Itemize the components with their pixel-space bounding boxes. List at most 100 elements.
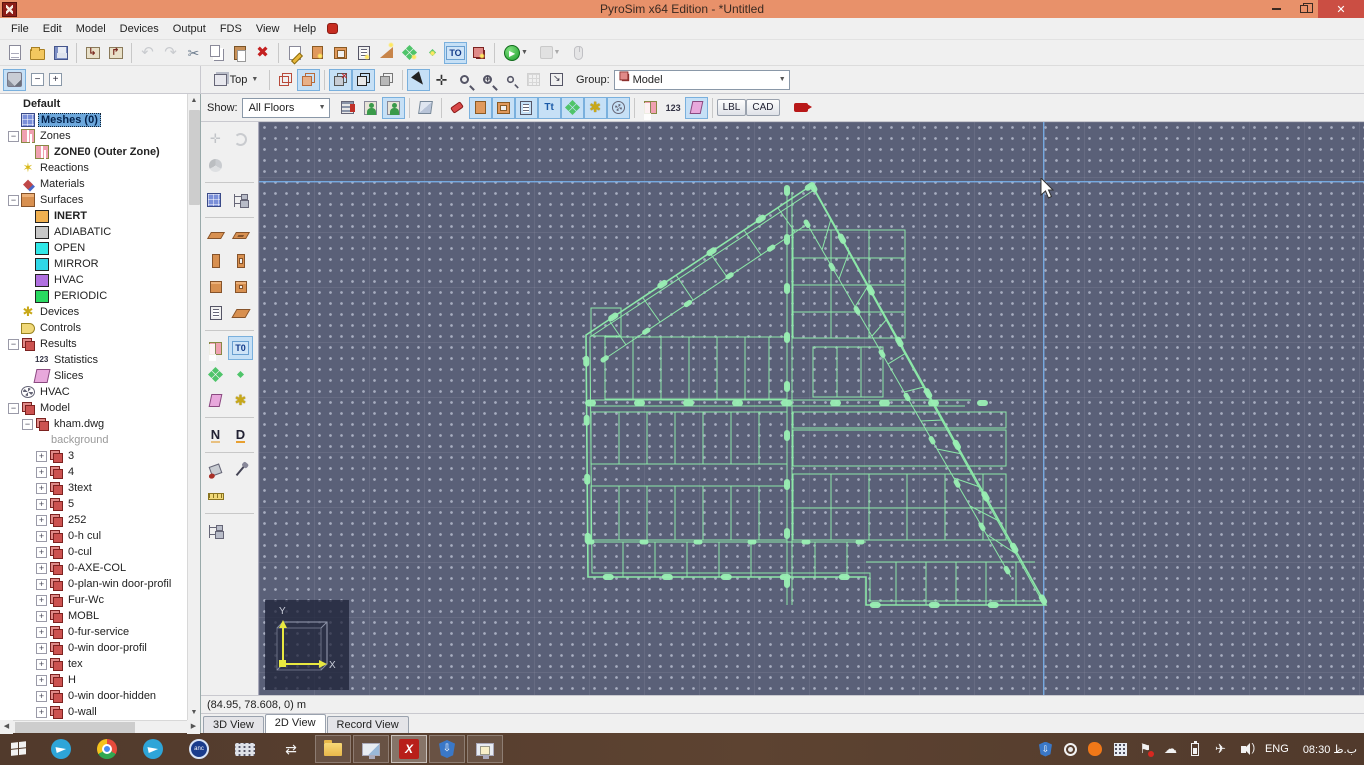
new-thermocouple-button[interactable]: TO [444, 42, 467, 64]
multi-mesh-tool-button[interactable] [228, 188, 253, 212]
hscroll-thumb[interactable] [15, 722, 135, 733]
tray-onedrive[interactable]: ☁ [1162, 741, 1179, 758]
tree-item-kham-dwg[interactable]: −kham.dwg [0, 416, 187, 432]
results-button[interactable]: ▼ [533, 42, 567, 64]
tray-download-shield[interactable]: ⇩ [1037, 741, 1054, 758]
mesh-tool-button[interactable] [203, 188, 228, 212]
menu-devices[interactable]: Devices [113, 20, 166, 38]
tree-item-mirror[interactable]: MIRROR [0, 256, 187, 272]
ruler-tool-button[interactable] [203, 484, 228, 508]
show-fans-button[interactable] [607, 97, 630, 119]
tree-item-zone0-outer-zone-[interactable]: ZONE0 (Outer Zone) [0, 144, 187, 160]
categories-button[interactable] [3, 69, 26, 91]
taskbar-system-monitor[interactable] [353, 735, 389, 763]
vent-list-tool-button[interactable] [203, 301, 228, 325]
tree-item-252[interactable]: +252 [0, 512, 187, 528]
show-text-button[interactable]: Tt [538, 97, 561, 119]
expand-icon[interactable]: + [36, 467, 47, 478]
tree-item-hvac[interactable]: HVAC [0, 384, 187, 400]
save-button[interactable] [49, 42, 72, 64]
zoom-button[interactable] [453, 69, 476, 91]
scroll-thumb[interactable] [189, 110, 200, 205]
show-holes-button[interactable] [492, 97, 515, 119]
hidden-line-view-button[interactable] [297, 69, 320, 91]
expand-icon[interactable]: + [36, 547, 47, 558]
slice-tool-button[interactable] [203, 388, 228, 412]
taskbar-telegram[interactable] [50, 738, 72, 760]
group-combobox[interactable]: Model ▼ [614, 70, 790, 90]
tree-item-statistics[interactable]: 123Statistics [0, 352, 187, 368]
slab-tool-button[interactable] [203, 223, 228, 247]
tray-battery[interactable] [1187, 741, 1204, 758]
collapse-icon[interactable]: − [8, 195, 19, 206]
expand-icon[interactable]: + [36, 579, 47, 590]
show-slices-button[interactable] [685, 97, 708, 119]
language-indicator[interactable]: ENG [1265, 743, 1289, 755]
edit-record-button[interactable] [283, 42, 306, 64]
show-obstructions-button[interactable] [469, 97, 492, 119]
camera-button[interactable] [790, 97, 813, 119]
tree-item-fur-wc[interactable]: +Fur-Wc [0, 592, 187, 608]
tree-item-0-cul[interactable]: +0-cul [0, 544, 187, 560]
wall-hole-tool-button[interactable] [228, 249, 253, 273]
expand-icon[interactable]: + [36, 531, 47, 542]
new-obstruction-button[interactable] [306, 42, 329, 64]
tray-volume[interactable] [1237, 741, 1254, 758]
new-file-button[interactable] [3, 42, 26, 64]
tray-screen-recorder[interactable] [1062, 741, 1079, 758]
show-vents-button[interactable] [515, 97, 538, 119]
sketch-button[interactable] [414, 97, 437, 119]
delete-button[interactable]: ✖ [251, 42, 274, 64]
fit-view-button[interactable] [545, 69, 568, 91]
normal-tool-button[interactable]: N [203, 423, 228, 447]
expand-icon[interactable]: + [36, 707, 47, 718]
solid-bw-view-button[interactable] [352, 69, 375, 91]
minimize-button[interactable] [1262, 0, 1290, 18]
tree-item-0-axe-col[interactable]: +0-AXE-COL [0, 560, 187, 576]
expand-icon[interactable]: + [36, 499, 47, 510]
lbl-button[interactable]: LBL [717, 99, 747, 116]
tree-item-3text[interactable]: +3text [0, 480, 187, 496]
expand-icon[interactable]: + [36, 691, 47, 702]
floors-button[interactable] [336, 97, 359, 119]
collapse-icon[interactable]: − [8, 131, 19, 142]
taskbar-anc-app[interactable]: anc [188, 738, 210, 760]
tree-item-default[interactable]: Default [0, 96, 187, 112]
clock[interactable]: 08:30 ب.ظ [1303, 743, 1357, 756]
tree-item-0-wall[interactable]: +0-wall [0, 704, 187, 720]
tree-item-zones[interactable]: −Zones [0, 128, 187, 144]
tree-item-background[interactable]: background [0, 432, 187, 448]
show-particles-button[interactable] [561, 97, 584, 119]
tree-item-tex[interactable]: +tex [0, 656, 187, 672]
scroll-down-icon[interactable]: ▼ [188, 706, 201, 720]
collapse-all-button[interactable]: − [31, 73, 44, 86]
slab-hole-tool-button[interactable] [228, 223, 253, 247]
tray-grid-app[interactable] [1112, 741, 1129, 758]
zoom-selected-button[interactable] [499, 69, 522, 91]
tree-item-hvac[interactable]: HVAC [0, 272, 187, 288]
menu-output[interactable]: Output [166, 20, 213, 38]
taskbar-pyrosim[interactable]: X [391, 735, 427, 763]
menu-help[interactable]: Help [286, 20, 323, 38]
tree-item-adiabatic[interactable]: ADIABATIC [0, 224, 187, 240]
menu-view[interactable]: View [249, 20, 287, 38]
taskbar-file-explorer[interactable] [315, 735, 351, 763]
new-group-button[interactable] [467, 42, 490, 64]
tree-item-0-fur-service[interactable]: +0-fur-service [0, 624, 187, 640]
tree-item-reactions[interactable]: ✶Reactions [0, 160, 187, 176]
select-cursor-button[interactable] [407, 69, 430, 91]
eyedropper-tool-button[interactable] [228, 458, 253, 482]
tree-item-4[interactable]: +4 [0, 464, 187, 480]
expand-icon[interactable]: + [36, 563, 47, 574]
pan-tool-button[interactable]: ✛ [203, 127, 228, 151]
expand-icon[interactable]: + [36, 611, 47, 622]
wall-tool-button[interactable] [203, 249, 228, 273]
tree-vertical-scrollbar[interactable]: ▲ ▼ [187, 94, 200, 720]
tree-item-model[interactable]: −Model [0, 400, 187, 416]
record-mouse-button[interactable] [567, 42, 590, 64]
new-point-button[interactable] [421, 42, 444, 64]
tree-item-0-plan-win-door-profil[interactable]: +0-plan-win door-profil [0, 576, 187, 592]
open-file-button[interactable] [26, 42, 49, 64]
paste-button[interactable] [228, 42, 251, 64]
tree-item-open[interactable]: OPEN [0, 240, 187, 256]
